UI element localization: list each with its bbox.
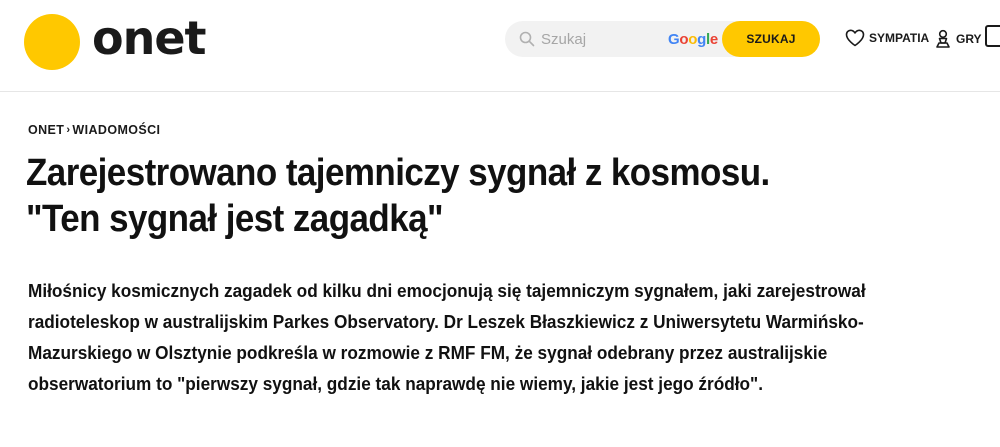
nav-gry-label: GRY [956, 32, 982, 46]
search-button[interactable]: SZUKAJ [722, 21, 820, 57]
nav-gry[interactable]: GRY [934, 29, 982, 49]
site-header: onet Google SZUKAJ SYMPATIA GRY [0, 0, 1000, 92]
breadcrumb-wiadomosci[interactable]: WIADOMOŚCI [72, 123, 160, 137]
article-title-line-1: Zarejestrowano tajemniczy sygnał z kosmo… [26, 152, 770, 194]
logo-dot [24, 14, 80, 70]
heart-icon [845, 29, 865, 47]
breadcrumb-onet[interactable]: ONET [28, 123, 64, 137]
breadcrumb-separator: › [66, 124, 71, 136]
game-piece-icon [936, 29, 950, 48]
article-title-line-2: "Ten sygnał jest zagadką" [26, 198, 444, 240]
article-lead: Miłośnicy kosmicznych zagadek od kilku d… [28, 280, 866, 394]
search-input[interactable] [541, 21, 661, 57]
breadcrumb: ONET › WIADOMOŚCI [28, 123, 160, 137]
search-icon [519, 31, 535, 47]
google-logo: Google [668, 31, 718, 48]
nav-sympatia-label: SYMPATIA [869, 31, 930, 45]
search-bar: Google SZUKAJ [505, 21, 820, 57]
nav-sympatia[interactable]: SYMPATIA [845, 29, 929, 47]
onet-logo[interactable]: onet [24, 11, 207, 70]
logo-text: onet [92, 11, 207, 65]
article-title: Zarejestrowano tajemniczy sygnał z kosmo… [26, 150, 891, 242]
nav-more-icon[interactable] [985, 25, 1000, 47]
